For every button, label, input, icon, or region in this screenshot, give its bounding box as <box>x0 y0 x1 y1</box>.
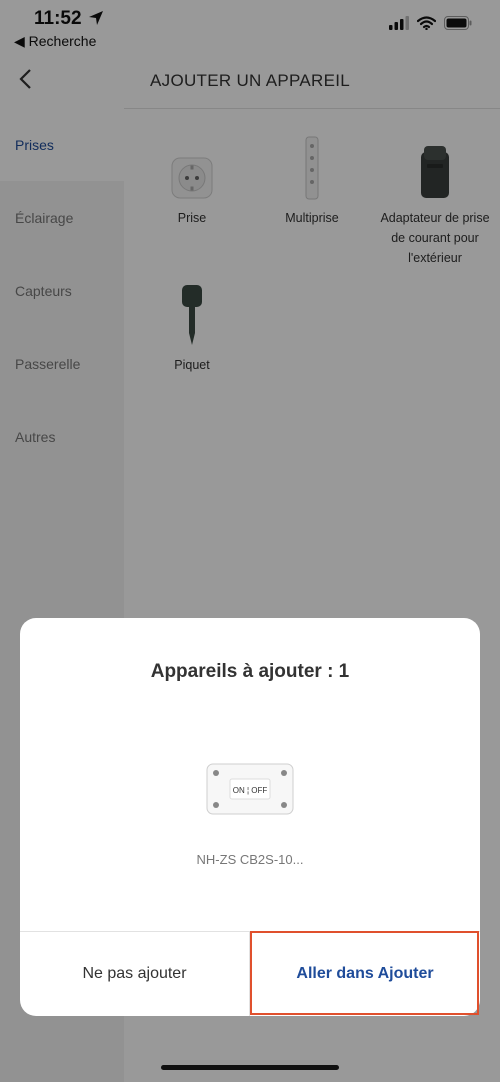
device-image: ON ¦ OFF <box>206 763 294 820</box>
cancel-button[interactable]: Ne pas ajouter <box>20 932 249 1016</box>
device-switch-label: ON ¦ OFF <box>233 786 268 795</box>
device-name: NH-ZS CB2S-10... <box>196 852 304 867</box>
highlight-box <box>250 931 479 1015</box>
home-indicator[interactable] <box>161 1065 339 1070</box>
dialog-title: Appareils à ajouter : 1 <box>150 661 350 682</box>
